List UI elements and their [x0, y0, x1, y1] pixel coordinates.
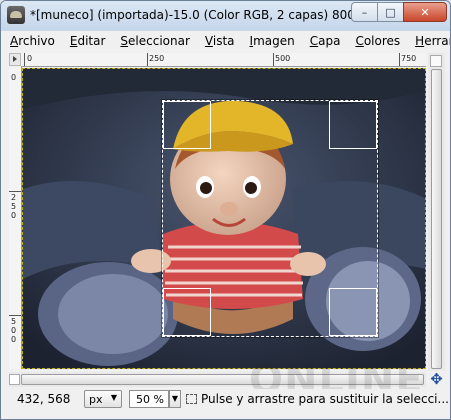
ruler-tick — [273, 53, 274, 66]
chevron-down-icon: ▼ — [110, 393, 117, 402]
hruler-label: 750 — [401, 54, 417, 63]
selection-handle-bottom-right[interactable] — [329, 288, 377, 336]
image-canvas[interactable] — [22, 68, 426, 369]
zoom-field[interactable]: 50 % — [129, 390, 169, 408]
ruler-tick — [399, 53, 400, 66]
unit-selector[interactable]: px ▼ — [84, 390, 122, 408]
selection-handle-bottom-left[interactable] — [163, 288, 211, 336]
selection-tool-icon — [186, 394, 197, 404]
window-controls: – □ ✕ — [351, 2, 447, 22]
hruler-label: 0 — [27, 54, 33, 63]
selection-handle-top-right[interactable] — [329, 101, 377, 149]
status-bar: 432, 568 px ▼ 50 % ▼ Pulse y arrastre par… — [1, 389, 450, 411]
rectangle-selection[interactable] — [162, 100, 378, 337]
menu-seleccionar[interactable]: Seleccionar — [111, 31, 196, 51]
menu-editar[interactable]: Editar — [61, 31, 112, 51]
menu-bar: Archivo Editar Seleccionar Vista Imagen … — [1, 31, 450, 51]
quick-mask-arrow-icon[interactable] — [9, 53, 21, 66]
menu-herramientas[interactable]: Herramienta — [406, 31, 450, 51]
ruler-tick — [24, 53, 25, 66]
ruler-tick — [9, 191, 21, 192]
horizontal-ruler[interactable]: 0 250 500 750 — [21, 53, 426, 67]
maximize-button[interactable]: □ — [377, 2, 404, 22]
ruler-tick — [9, 315, 21, 316]
window-title: *[muneco] (importada)-15.0 (Color RGB, 2… — [30, 8, 389, 22]
hruler-label: 250 — [149, 54, 165, 63]
navigate-cross-icon[interactable]: ✥ — [428, 372, 445, 387]
hruler-label: 500 — [275, 54, 291, 63]
zoom-dropdown-icon[interactable]: ▼ — [169, 390, 181, 408]
selection-handle-top-left[interactable] — [163, 101, 211, 149]
image-window: *[muneco] (importada)-15.0 (Color RGB, 2… — [0, 0, 451, 420]
title-bar[interactable]: *[muneco] (importada)-15.0 (Color RGB, 2… — [1, 1, 450, 31]
vertical-scrollbar[interactable] — [428, 53, 445, 371]
menu-vista[interactable]: Vista — [196, 31, 241, 51]
minimize-button[interactable]: – — [351, 2, 378, 22]
ruler-tick — [147, 53, 148, 66]
status-hint: Pulse y arrastre para sustituir la selec… — [201, 392, 449, 406]
vertical-scroll-thumb[interactable] — [431, 69, 442, 369]
zoom-toggle-icon[interactable] — [430, 55, 442, 67]
vruler-label: 500 — [11, 317, 17, 344]
vertical-ruler[interactable]: 0 250 500 — [9, 67, 22, 369]
menu-imagen[interactable]: Imagen — [241, 31, 301, 51]
pointer-coordinates: 432, 568 — [17, 392, 71, 406]
gimp-icon — [7, 6, 25, 24]
menu-archivo[interactable]: Archivo — [1, 31, 61, 51]
close-button[interactable]: ✕ — [403, 2, 447, 22]
vruler-label: 250 — [11, 193, 17, 220]
vruler-label: 0 — [11, 73, 17, 82]
quick-mask-toggle[interactable] — [9, 374, 20, 385]
menu-colores[interactable]: Colores — [346, 31, 406, 51]
menu-capa[interactable]: Capa — [301, 31, 347, 51]
